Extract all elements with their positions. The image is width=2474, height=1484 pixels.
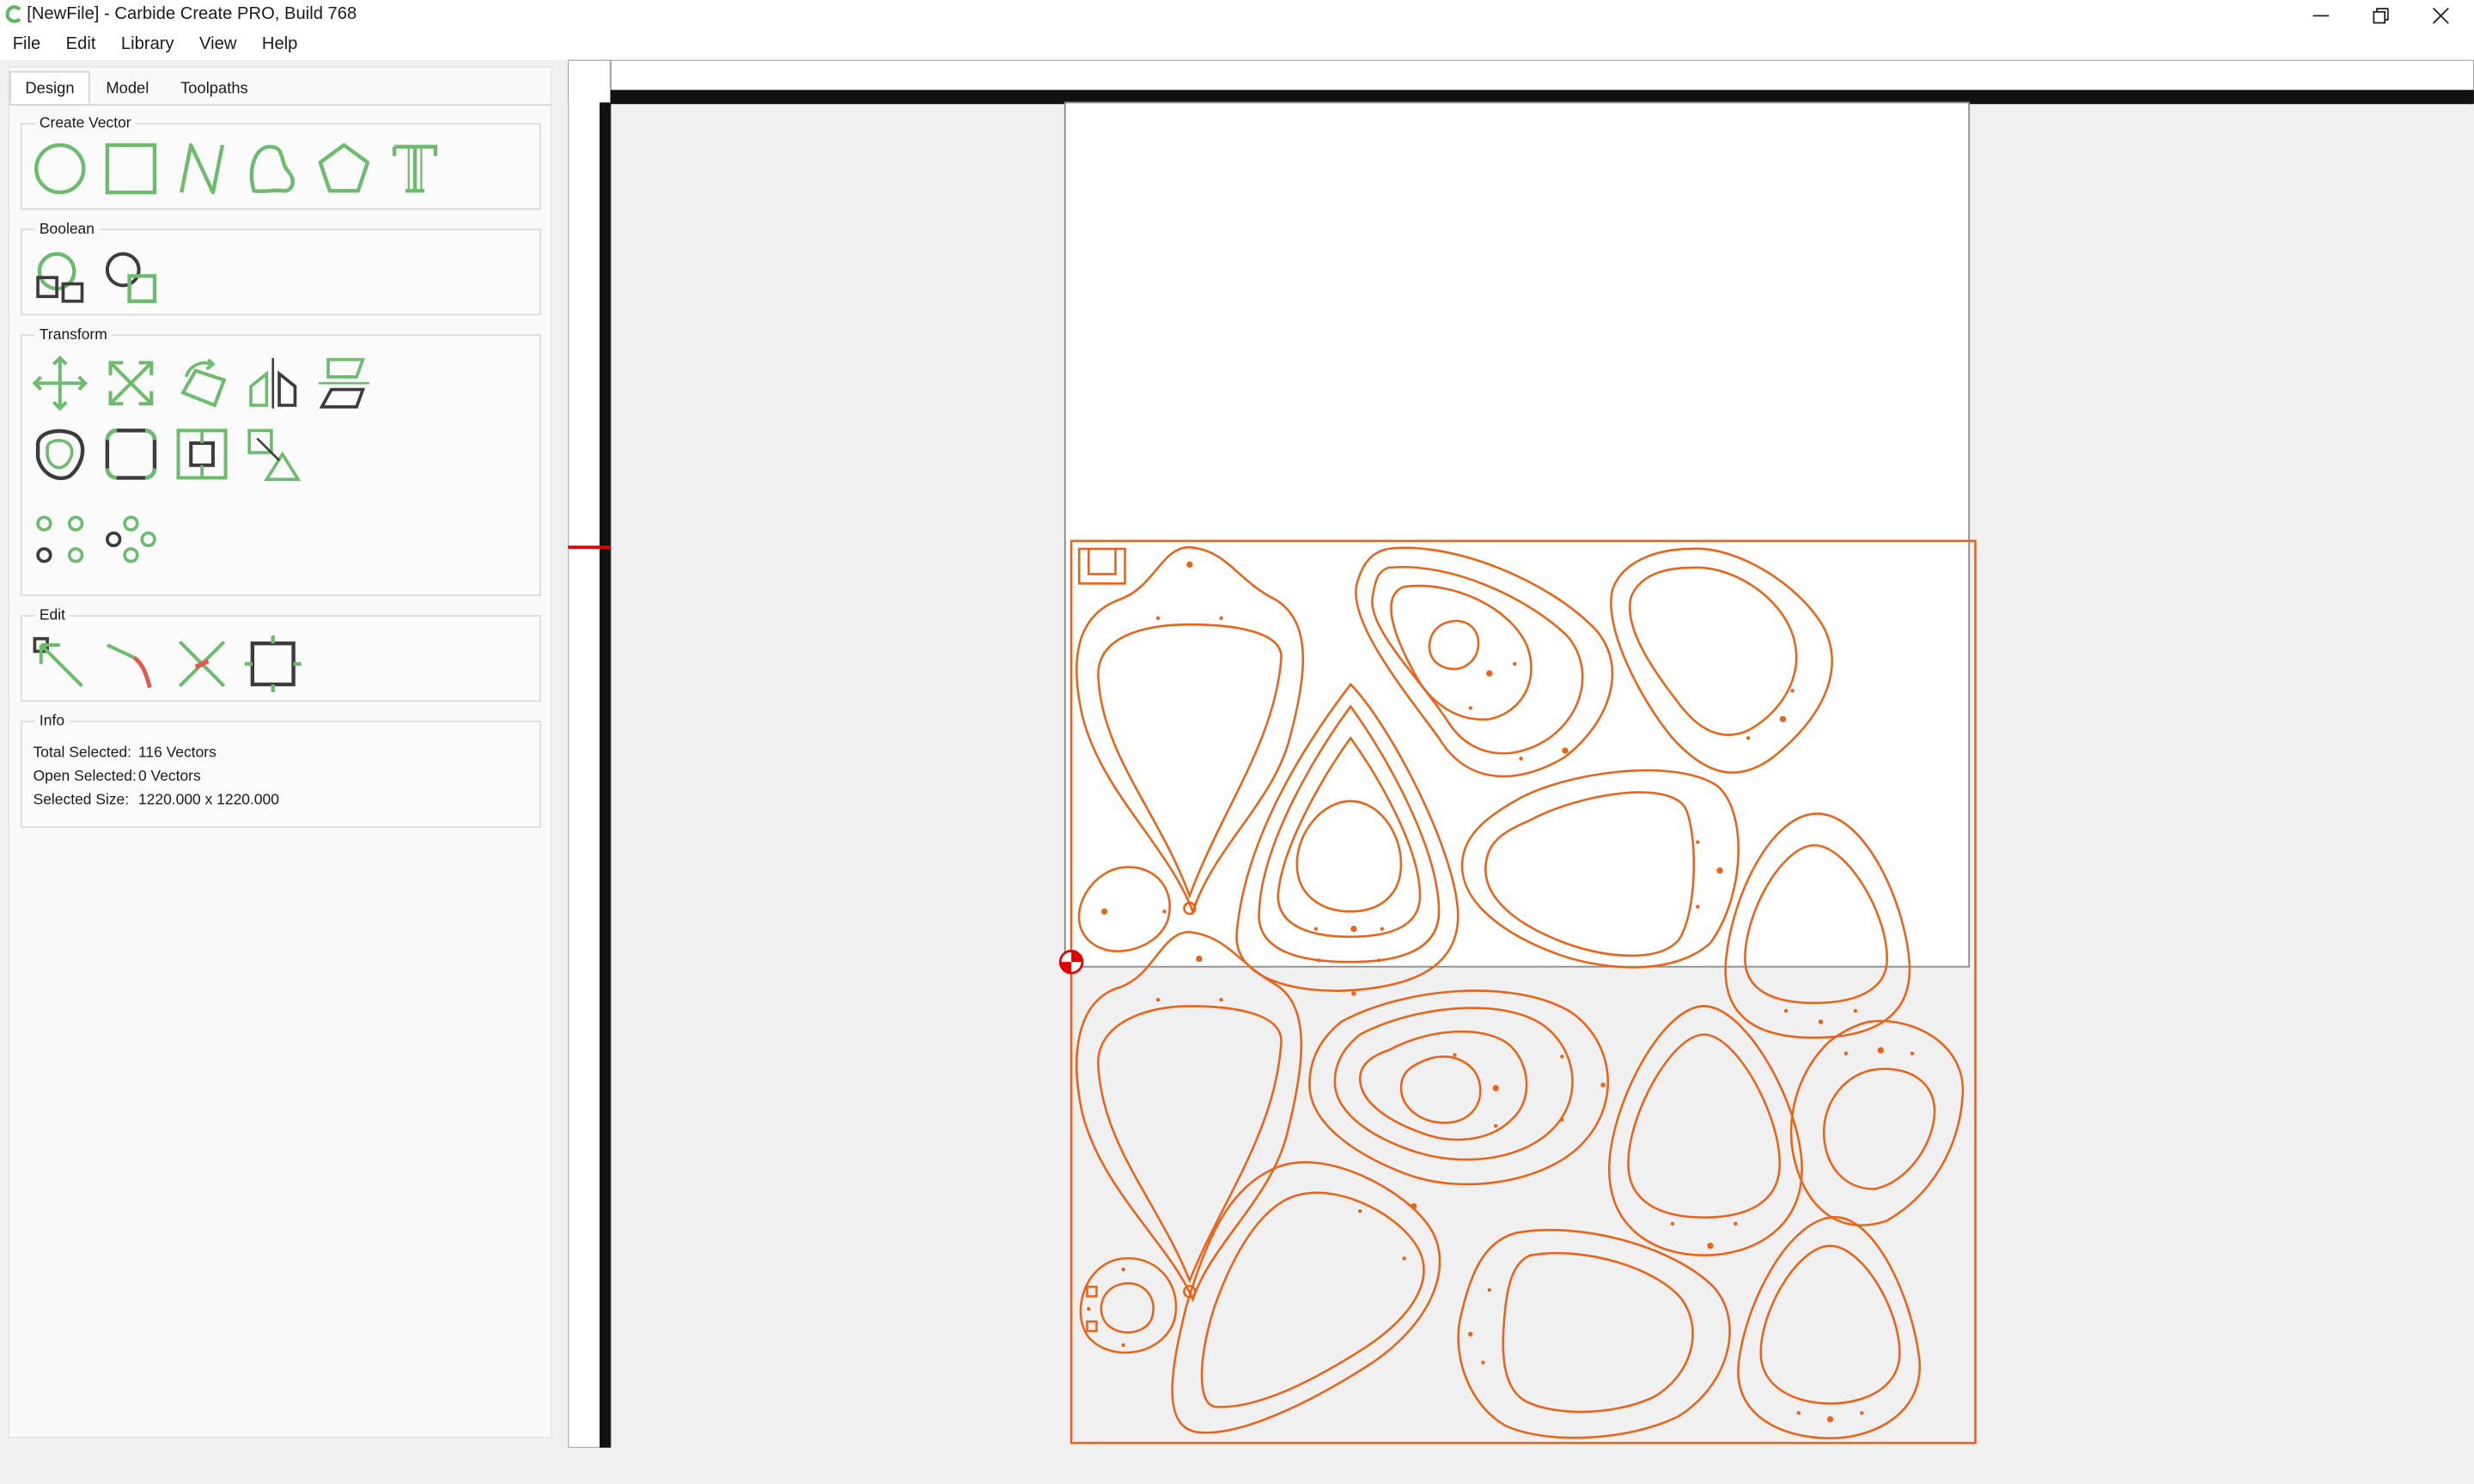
app-logo-icon — [5, 5, 21, 23]
group-title: Transform — [34, 326, 113, 344]
circular-array-button[interactable] — [102, 511, 159, 568]
menu-file[interactable]: File — [0, 30, 53, 60]
panel-tabs: Design Model Toolpaths — [9, 70, 264, 105]
cursor-marker — [568, 545, 611, 550]
group-title: Create Vector — [34, 115, 137, 133]
rectangle-icon — [105, 143, 157, 195]
delete-segment-button[interactable] — [174, 636, 230, 692]
text-tool-button[interactable] — [387, 140, 443, 197]
menu-library[interactable]: Library — [108, 30, 186, 60]
selected-size-label: Selected Size: — [33, 791, 130, 810]
node-edit-button[interactable] — [32, 636, 88, 692]
close-icon — [2433, 7, 2449, 23]
bounding-box-button[interactable] — [244, 636, 302, 693]
canvas-drawing[interactable] — [568, 59, 2474, 1448]
delete-segment-icon — [178, 640, 226, 688]
align-button[interactable] — [174, 426, 230, 483]
polygon-tool-button[interactable] — [315, 140, 372, 197]
tab-toolpaths[interactable]: Toolpaths — [165, 71, 264, 105]
scale-icon — [108, 361, 154, 406]
move-button[interactable] — [32, 355, 88, 411]
total-selected-row: Total Selected: 116 Vectors — [34, 745, 216, 762]
move-icon — [32, 355, 88, 411]
shear-icon — [319, 357, 369, 409]
circular-array-icon — [106, 515, 156, 563]
fillet-button[interactable] — [102, 426, 159, 483]
ruler-ticks-top — [610, 89, 2474, 101]
boolean-union-icon — [36, 252, 84, 303]
minimize-button[interactable] — [2291, 0, 2351, 30]
circle-icon — [34, 143, 86, 195]
edit-group: Edit — [20, 606, 541, 702]
fillet-icon — [105, 428, 157, 480]
close-button[interactable] — [2410, 0, 2471, 30]
trim-icon — [107, 643, 152, 689]
menu-edit[interactable]: Edit — [53, 30, 108, 60]
open-selected-value: 0 Vectors — [137, 768, 201, 786]
stock-material — [1063, 101, 1971, 968]
curve-icon — [249, 144, 295, 193]
rotate-icon — [180, 358, 227, 408]
boolean-group: Boolean — [20, 221, 541, 316]
grid-array-button[interactable] — [32, 511, 88, 568]
restore-button[interactable] — [2351, 0, 2411, 30]
create-vector-group: Create Vector — [20, 115, 541, 210]
design-canvas[interactable] — [568, 59, 2474, 1448]
offset-button[interactable] — [32, 426, 88, 483]
transform-group: Transform — [20, 326, 541, 597]
total-selected-label: Total Selected: — [33, 744, 132, 762]
polyline-icon — [180, 143, 225, 195]
bounding-box-icon — [244, 636, 302, 693]
app-window: [NewFile] - Carbide Create PRO, Build 76… — [0, 0, 2474, 1484]
boolean-union-button[interactable] — [32, 249, 88, 306]
ruler-ticks-left — [599, 102, 611, 1448]
minimize-icon — [2313, 14, 2329, 16]
window-title: [NewFile] - Carbide Create PRO, Build 76… — [27, 4, 357, 24]
mirror-button[interactable] — [245, 355, 302, 411]
offset-icon — [35, 429, 85, 481]
origin-marker-icon — [1058, 949, 1084, 975]
total-selected-value: 116 Vectors — [137, 744, 216, 762]
group-title: Info — [34, 713, 70, 731]
trim-button[interactable] — [102, 636, 159, 692]
shear-button[interactable] — [315, 355, 372, 411]
node-edit-icon — [33, 636, 83, 688]
menu-view[interactable]: View — [186, 30, 249, 60]
tab-design[interactable]: Design — [9, 70, 90, 105]
circle-tool-button[interactable] — [32, 140, 88, 197]
polygon-icon — [318, 143, 370, 193]
rectangle-tool-button[interactable] — [102, 140, 159, 197]
design-panel: Design Model Toolpaths Create Vector Boo… — [8, 66, 552, 1438]
open-selected-row: Open Selected: 0 Vectors — [34, 768, 201, 785]
curve-tool-button[interactable] — [245, 140, 302, 197]
tab-divider — [9, 104, 551, 106]
grid-array-icon — [36, 515, 84, 563]
group-title: Edit — [34, 606, 70, 625]
align-icon — [176, 429, 228, 480]
restore-icon — [2373, 7, 2389, 23]
text-icon — [392, 144, 438, 193]
selected-size-value: 1220.000 x 1220.000 — [137, 791, 279, 810]
selected-size-row: Selected Size: 1220.000 x 1220.000 — [34, 792, 279, 809]
distribute-button[interactable] — [245, 426, 302, 483]
polyline-tool-button[interactable] — [174, 140, 230, 197]
menu-help[interactable]: Help — [249, 30, 310, 60]
distribute-icon — [247, 429, 302, 482]
boolean-subtract-icon — [105, 252, 157, 303]
boolean-subtract-button[interactable] — [102, 249, 159, 306]
tab-model[interactable]: Model — [90, 71, 165, 105]
group-title: Boolean — [34, 221, 100, 239]
info-group: Info Total Selected: 116 Vectors Open Se… — [20, 713, 541, 829]
rotate-button[interactable] — [174, 355, 230, 411]
title-bar: [NewFile] - Carbide Create PRO, Build 76… — [0, 0, 2474, 30]
scale-button[interactable] — [102, 355, 159, 411]
menu-bar: File Edit Library View Help — [0, 29, 2474, 60]
open-selected-label: Open Selected: — [33, 768, 137, 786]
mirror-icon — [249, 357, 297, 409]
